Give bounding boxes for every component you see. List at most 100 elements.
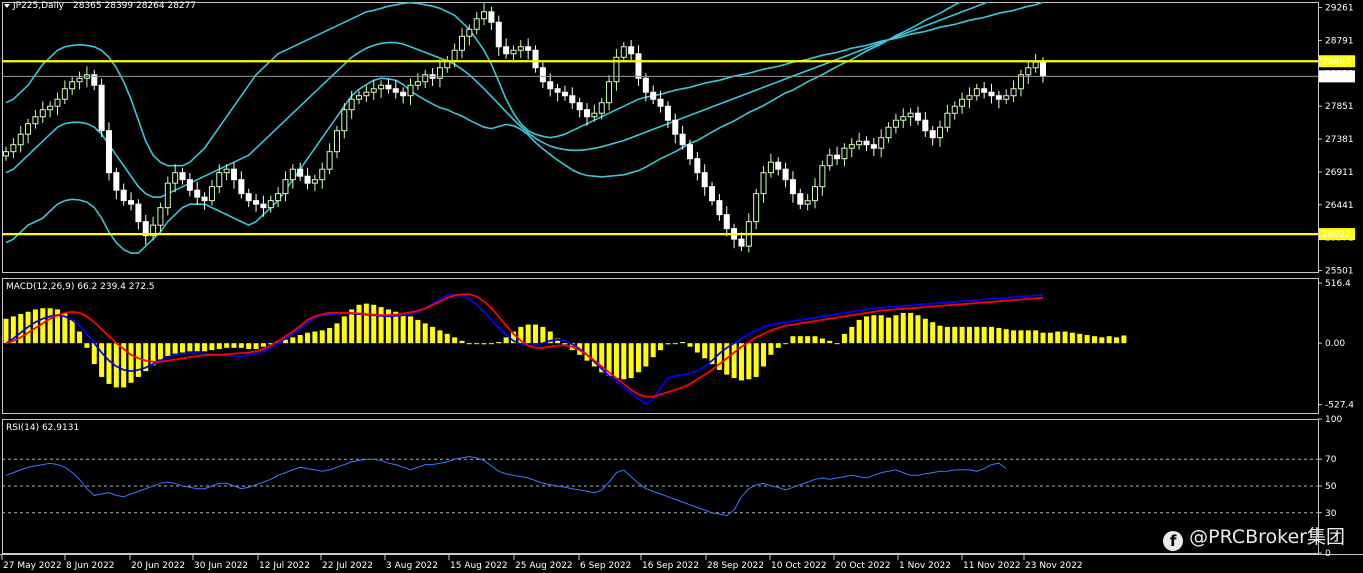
macd-histogram-bar bbox=[1003, 329, 1009, 344]
candle-body bbox=[606, 81, 613, 104]
candle-body bbox=[1010, 88, 1017, 97]
macd-histogram-bar bbox=[172, 343, 178, 354]
macd-histogram-bar bbox=[503, 337, 509, 344]
candle-body bbox=[400, 91, 407, 97]
candle-body bbox=[789, 179, 796, 195]
macd-histogram-bar bbox=[1121, 335, 1127, 344]
macd-histogram-bar bbox=[488, 343, 494, 345]
candle-body bbox=[576, 102, 583, 111]
candle-body bbox=[319, 168, 326, 181]
macd-histogram-bar bbox=[687, 343, 693, 347]
macd-histogram-bar bbox=[231, 343, 237, 348]
macd-histogram-bar bbox=[430, 326, 436, 344]
rsi-axis-label: 30 bbox=[1325, 509, 1337, 519]
candle-body bbox=[598, 102, 605, 114]
macd-histogram-bar bbox=[628, 343, 634, 379]
candle-body bbox=[282, 179, 289, 195]
macd-axis-label: 0.00 bbox=[1325, 339, 1345, 349]
macd-histogram-bar bbox=[422, 323, 428, 344]
candle-body bbox=[216, 172, 223, 188]
macd-histogram-bar bbox=[40, 308, 46, 344]
candle-body bbox=[194, 189, 201, 198]
macd-histogram-bar bbox=[1040, 332, 1046, 344]
candle-body bbox=[863, 140, 870, 146]
current-price-label: 28277 bbox=[1322, 72, 1351, 82]
candle-body bbox=[458, 35, 465, 51]
macd-histogram-bar bbox=[584, 343, 590, 361]
candle-body bbox=[164, 182, 171, 209]
macd-histogram-bar bbox=[930, 322, 936, 344]
candle-body bbox=[47, 105, 54, 111]
level-label-28493: 28493 bbox=[1322, 57, 1351, 67]
macd-histogram-bar bbox=[165, 343, 171, 356]
rsi-axis-label: 100 bbox=[1325, 415, 1342, 425]
candle-body bbox=[841, 147, 848, 160]
macd-histogram-bar bbox=[797, 336, 803, 344]
candle-body bbox=[378, 84, 385, 90]
time-axis-label: 11 Nov 2022 bbox=[963, 561, 1021, 571]
candle-body bbox=[238, 179, 245, 195]
pane-frame-3 bbox=[2, 419, 1319, 554]
macd-histogram-bar bbox=[915, 315, 921, 344]
candle-body bbox=[392, 88, 399, 93]
candle-body bbox=[907, 112, 914, 118]
candle-body bbox=[230, 168, 237, 181]
candle-body bbox=[333, 130, 340, 153]
macd-histogram-bar bbox=[106, 343, 112, 384]
collapse-arrow-icon[interactable] bbox=[4, 4, 10, 8]
macd-histogram-bar bbox=[900, 312, 906, 344]
candle-body bbox=[466, 28, 473, 37]
candle-body bbox=[709, 186, 716, 202]
rsi-axis-label: 70 bbox=[1325, 455, 1337, 465]
candle-body bbox=[988, 91, 995, 97]
macd-histogram-bar bbox=[437, 330, 443, 344]
candle-body bbox=[1032, 61, 1039, 69]
candle-body bbox=[128, 200, 135, 205]
chart-canvas[interactable]: 2550125971264412691127381278512832128791… bbox=[0, 0, 1363, 573]
macd-histogram-bar bbox=[99, 343, 105, 377]
candle-body bbox=[10, 144, 17, 153]
macd-axis-label: -527.4 bbox=[1325, 401, 1354, 411]
candle-body bbox=[289, 168, 296, 181]
candle-body bbox=[76, 77, 83, 83]
macd-histogram-bar bbox=[1114, 337, 1120, 344]
macd-histogram-bar bbox=[496, 342, 502, 344]
candle-body bbox=[929, 130, 936, 139]
candle-body bbox=[856, 140, 863, 146]
candle-body bbox=[686, 144, 693, 160]
macd-histogram-bar bbox=[672, 343, 678, 345]
macd-histogram-bar bbox=[1025, 330, 1031, 344]
candle-body bbox=[304, 175, 311, 184]
candle-body bbox=[767, 161, 774, 174]
candle-body bbox=[848, 144, 855, 149]
macd-histogram-bar bbox=[260, 343, 266, 347]
candle-body bbox=[650, 91, 657, 100]
macd-histogram-bar bbox=[1047, 332, 1053, 344]
macd-histogram-bar bbox=[459, 340, 465, 344]
macd-histogram-bar bbox=[135, 343, 141, 377]
candle-body bbox=[569, 95, 576, 104]
candle-body bbox=[179, 172, 186, 181]
macd-histogram-bar bbox=[378, 307, 384, 344]
candle-body bbox=[885, 126, 892, 139]
candle-body bbox=[451, 49, 458, 62]
candle-body bbox=[1003, 95, 1010, 100]
candle-body bbox=[959, 98, 966, 107]
candle-body bbox=[3, 151, 9, 157]
macd-histogram-bar bbox=[253, 343, 259, 349]
macd-histogram-bar bbox=[1091, 336, 1097, 344]
candle-body bbox=[973, 88, 980, 97]
candle-body bbox=[539, 67, 546, 83]
candle-body bbox=[819, 165, 826, 188]
candle-body bbox=[186, 179, 193, 191]
level-label-26022: 26022 bbox=[1322, 230, 1351, 240]
candle-body bbox=[120, 189, 127, 202]
macd-histogram-bar bbox=[694, 343, 700, 353]
macd-histogram-bar bbox=[658, 343, 664, 351]
macd-histogram-bar bbox=[635, 343, 641, 373]
macd-histogram-bar bbox=[238, 343, 244, 348]
candle-body bbox=[870, 144, 877, 149]
candle-body bbox=[39, 109, 46, 118]
price-axis-label: 28791 bbox=[1325, 36, 1354, 46]
macd-histogram-bar bbox=[341, 316, 347, 344]
